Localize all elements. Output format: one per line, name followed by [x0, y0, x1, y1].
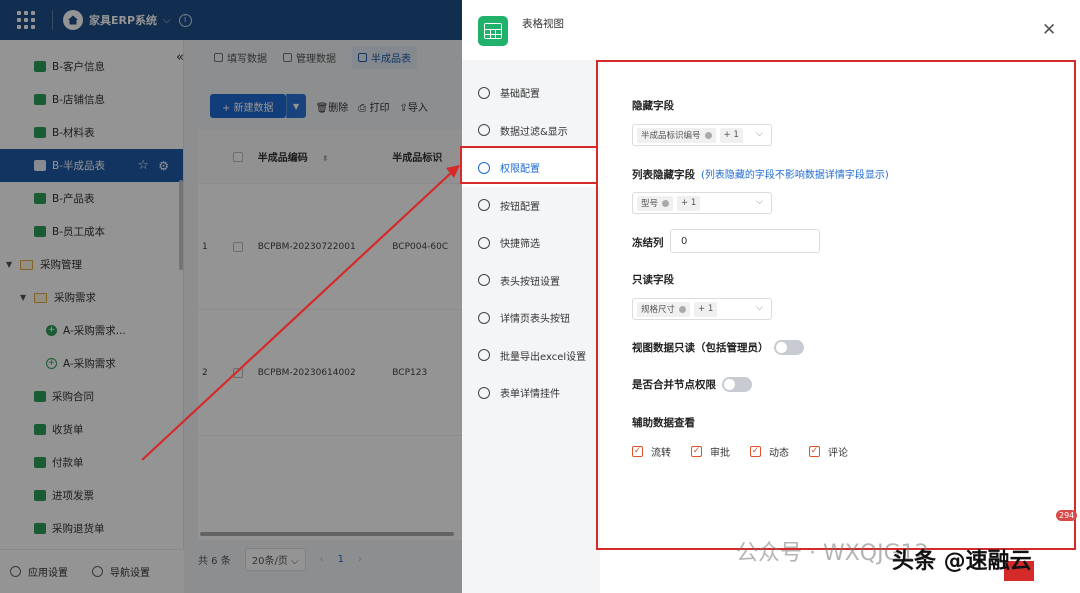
toutiao-watermark: 头条 @速融云	[892, 549, 1032, 574]
highlight-frame-panel	[596, 60, 1076, 550]
highlight-frame-nav	[460, 146, 598, 184]
notification-badge[interactable]: 294	[1056, 510, 1078, 521]
